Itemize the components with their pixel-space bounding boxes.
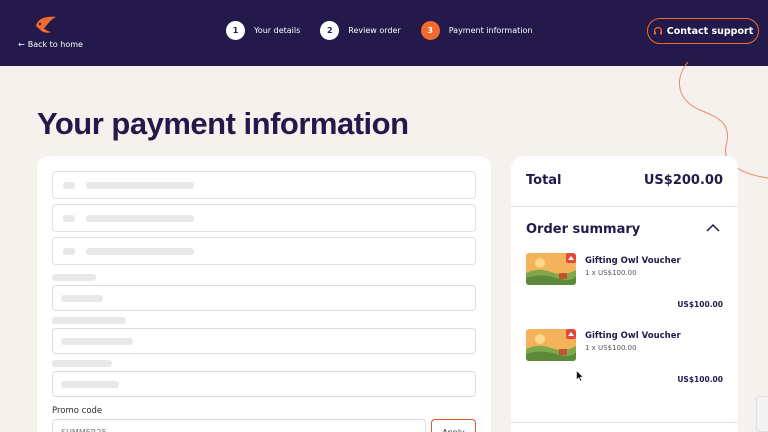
step-review-order: 2 Review order: [320, 21, 401, 40]
total-label: Total: [526, 173, 562, 188]
mouse-cursor-icon: [576, 370, 584, 382]
divider: [511, 422, 738, 423]
step-number: 2: [320, 21, 340, 40]
back-to-home-label: Back to home: [27, 40, 83, 49]
contact-support-button[interactable]: Contact support: [647, 18, 759, 44]
step-payment-information: 3 Payment information: [420, 21, 533, 40]
order-summary-title: Order summary: [526, 222, 641, 237]
step-label: Payment information: [448, 26, 533, 35]
promo-code-input[interactable]: [52, 419, 426, 432]
item-price: US$100.00: [677, 300, 723, 309]
payment-option-skeleton[interactable]: [52, 204, 476, 232]
input-field-skeleton[interactable]: [52, 371, 476, 397]
field-label-skeleton: [52, 274, 96, 281]
voucher-thumbnail: [526, 329, 576, 361]
top-header: ← Back to home 1 Your details 2 Review o…: [0, 0, 768, 66]
item-quantity: 1 x US$100.00: [585, 269, 637, 277]
order-summary-card: Total US$200.00 Order summary Gifting Ow…: [511, 156, 738, 432]
voucher-thumbnail: [526, 253, 576, 285]
chevron-up-icon[interactable]: [706, 223, 720, 233]
input-field-skeleton[interactable]: [52, 285, 476, 311]
back-to-home-link[interactable]: ← Back to home: [18, 40, 83, 49]
headset-icon: [653, 26, 662, 35]
apply-promo-button[interactable]: Apply: [431, 419, 476, 432]
divider: [511, 206, 738, 207]
recaptcha-badge[interactable]: [756, 396, 768, 432]
payment-form-card: Promo code Apply: [37, 156, 491, 432]
payment-option-skeleton[interactable]: [52, 237, 476, 265]
step-your-details: 1 Your details: [226, 21, 300, 40]
item-price: US$100.00: [677, 375, 723, 384]
step-label: Review order: [348, 26, 401, 35]
field-label-skeleton: [52, 317, 126, 324]
page-title: Your payment information: [37, 106, 409, 141]
input-field-skeleton[interactable]: [52, 328, 476, 354]
item-name: Gifting Owl Voucher: [585, 256, 681, 266]
arrow-left-icon: ←: [18, 40, 25, 49]
promo-code-label: Promo code: [52, 406, 103, 416]
step-label: Your details: [254, 26, 301, 35]
contact-support-label: Contact support: [666, 25, 754, 37]
payment-option-skeleton[interactable]: [52, 171, 476, 199]
step-number: 1: [226, 21, 245, 40]
item-name: Gifting Owl Voucher: [585, 331, 681, 341]
item-quantity: 1 x US$100.00: [585, 344, 637, 352]
field-label-skeleton: [52, 360, 112, 367]
checkout-steps: 1 Your details 2 Review order 3 Payment …: [226, 21, 552, 40]
total-value: US$200.00: [643, 173, 723, 188]
bird-logo-icon[interactable]: [32, 14, 58, 36]
step-number: 3: [420, 21, 440, 40]
